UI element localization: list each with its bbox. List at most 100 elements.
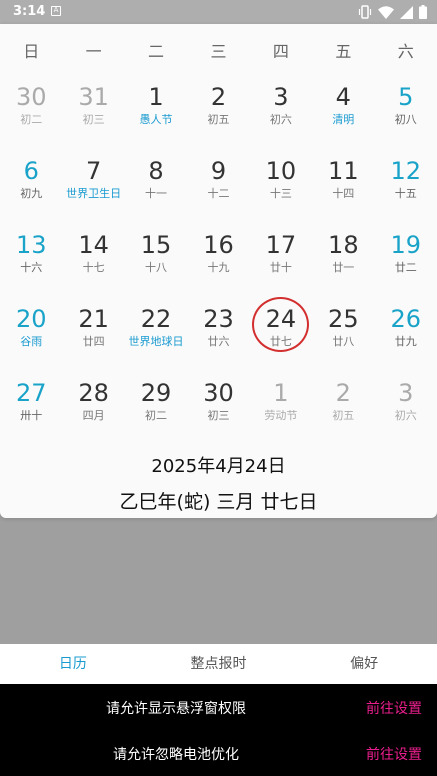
day-number: 30 <box>15 83 47 111</box>
day-number: 6 <box>23 157 39 185</box>
lunar-day-label: 初六 <box>394 409 417 422</box>
day-number: 30 <box>203 379 234 407</box>
day-cell[interactable]: 7 世界卫生日 <box>62 148 124 222</box>
notice-battery-optimization: 请允许忽略电池优化 前往设置 <box>0 730 437 776</box>
tab-hourly-chime[interactable]: 整点报时 <box>146 644 292 684</box>
day-cell[interactable]: 31 初三 <box>62 74 124 148</box>
calendar-grid: 30 初二 31 初三 1 愚人节 2 初五 3 初六 4 清明 5 初八 6 初九 7 世界卫生日 8 十一 9 十二 1… <box>0 74 437 444</box>
weekday-mon: 一 <box>85 42 102 61</box>
day-number: 5 <box>398 83 414 111</box>
day-cell[interactable]: 11 十四 <box>312 148 374 222</box>
status-icons <box>358 5 427 19</box>
day-number: 20 <box>15 305 47 333</box>
calendar-card: 日 一 二 三 四 五 六 30 初二 31 初三 1 愚人节 2 初五 3 初六 4 清明 5 初八 6 初… <box>0 24 437 518</box>
day-cell[interactable]: 26 廿九 <box>375 296 437 370</box>
weekday-sat: 六 <box>397 42 414 61</box>
day-cell[interactable]: 9 十二 <box>187 148 249 222</box>
day-cell[interactable]: 5 初八 <box>375 74 437 148</box>
day-cell[interactable]: 10 十三 <box>250 148 312 222</box>
signal-icon <box>400 5 413 19</box>
day-cell[interactable]: 18 廿一 <box>312 222 374 296</box>
day-number: 21 <box>78 305 109 333</box>
weekday-header: 日 一 二 三 四 五 六 <box>0 38 437 61</box>
weekday-tue: 二 <box>148 42 165 61</box>
tab-preferences[interactable]: 偏好 <box>291 644 437 684</box>
day-number: 8 <box>148 157 164 185</box>
day-number: 2 <box>210 83 227 111</box>
status-time: 3:14 <box>13 4 46 19</box>
calendar-week-row: 30 初二 31 初三 1 愚人节 2 初五 3 初六 4 清明 5 初八 <box>0 74 437 148</box>
day-number: 28 <box>78 379 109 407</box>
day-cell[interactable]: 29 初二 <box>125 370 187 444</box>
day-cell[interactable]: 19 廿二 <box>375 222 437 296</box>
day-number: 19 <box>390 231 422 259</box>
notice-text: 请允许忽略电池优化 <box>113 747 239 763</box>
notification-icon: A <box>51 6 61 16</box>
day-cell[interactable]: 2 初五 <box>187 74 249 148</box>
day-cell[interactable]: 6 初九 <box>0 148 62 222</box>
day-number: 17 <box>265 231 297 259</box>
day-number: 26 <box>390 305 422 333</box>
go-to-settings-link[interactable]: 前往设置 <box>366 744 422 764</box>
calendar-week-row: 27 卅十 28 四月 29 初二 30 初三 1 劳动节 2 初五 3 初六 <box>0 370 437 444</box>
day-cell[interactable]: 12 十五 <box>375 148 437 222</box>
status-bar: 3:14 A <box>0 0 437 24</box>
day-cell[interactable]: 20 谷雨 <box>0 296 62 370</box>
day-cell[interactable]: 21 廿四 <box>62 296 124 370</box>
day-cell[interactable]: 27 卅十 <box>0 370 62 444</box>
lunar-day-label: 十五 <box>394 187 417 200</box>
lunar-day-label: 初八 <box>394 113 417 126</box>
day-cell[interactable]: 3 初六 <box>250 74 312 148</box>
day-number: 11 <box>328 157 359 185</box>
day-number: 2 <box>335 379 351 407</box>
lunar-date: 乙巳年(蛇) 三月 廿七日 <box>119 491 318 513</box>
day-number: 7 <box>85 157 102 185</box>
day-number: 1 <box>273 379 289 407</box>
weekday-thu: 四 <box>272 42 289 61</box>
battery-icon <box>419 5 427 19</box>
day-cell[interactable]: 17 廿十 <box>250 222 312 296</box>
day-cell[interactable]: 25 廿八 <box>312 296 374 370</box>
day-cell[interactable]: 1 劳动节 <box>250 370 312 444</box>
bottom-tab-bar: 日历 整点报时 偏好 <box>0 644 437 684</box>
day-number: 16 <box>203 231 234 259</box>
day-number: 4 <box>335 83 351 111</box>
day-cell[interactable]: 28 四月 <box>62 370 124 444</box>
day-cell[interactable]: 16 十九 <box>187 222 249 296</box>
day-number: 31 <box>78 83 109 111</box>
wifi-icon <box>378 5 394 19</box>
vibrate-icon <box>358 5 372 19</box>
day-cell[interactable]: 22 世界地球日 <box>125 296 187 370</box>
day-number: 14 <box>78 231 109 259</box>
day-number: 13 <box>15 231 47 259</box>
day-cell[interactable]: 23 廿六 <box>187 296 249 370</box>
day-number: 9 <box>210 157 227 185</box>
day-cell[interactable]: 30 初二 <box>0 74 62 148</box>
day-cell[interactable]: 8 十一 <box>125 148 187 222</box>
day-number: 23 <box>203 305 234 333</box>
weekday-fri: 五 <box>335 42 352 61</box>
permission-notices: 请允许显示悬浮窗权限 前往设置 请允许忽略电池优化 前往设置 <box>0 684 437 776</box>
day-cell-today[interactable]: 24 廿七 <box>250 296 312 370</box>
day-number: 3 <box>273 83 289 111</box>
day-cell[interactable]: 13 十六 <box>0 222 62 296</box>
day-number: 25 <box>328 305 359 333</box>
day-number: 27 <box>15 379 47 407</box>
lunar-day-label: 廿九 <box>394 335 417 348</box>
calendar-week-row: 20 谷雨 21 廿四 22 世界地球日 23 廿六 24 廿七 25 廿八 26 廿九 <box>0 296 437 370</box>
day-number: 22 <box>140 305 172 333</box>
day-number: 29 <box>140 379 172 407</box>
day-cell[interactable]: 1 愚人节 <box>125 74 187 148</box>
day-number: 1 <box>148 83 164 111</box>
go-to-settings-link[interactable]: 前往设置 <box>366 698 422 718</box>
tab-calendar[interactable]: 日历 <box>0 644 146 684</box>
day-cell[interactable]: 30 初三 <box>187 370 249 444</box>
calendar-week-row: 13 十六 14 十七 15 十八 16 十九 17 廿十 18 廿一 19 廿二 <box>0 222 437 296</box>
day-number: 3 <box>398 379 414 407</box>
day-cell[interactable]: 15 十八 <box>125 222 187 296</box>
day-cell[interactable]: 4 清明 <box>312 74 374 148</box>
day-cell[interactable]: 3 初六 <box>375 370 437 444</box>
selected-date: 2025年4月24日 <box>151 456 286 477</box>
day-cell[interactable]: 14 十七 <box>62 222 124 296</box>
day-cell[interactable]: 2 初五 <box>312 370 374 444</box>
